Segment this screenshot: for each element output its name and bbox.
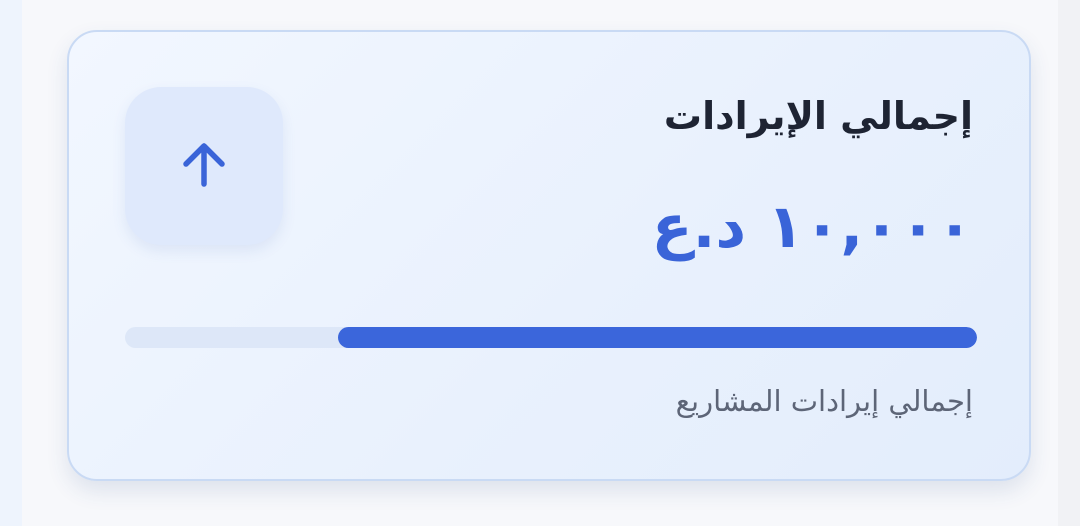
card-title: إجمالي الإيرادات — [663, 94, 973, 138]
icon-container — [125, 87, 283, 245]
progress-bar-track — [125, 327, 977, 348]
left-background-strip — [0, 0, 22, 526]
progress-bar-fill — [338, 327, 977, 348]
revenue-summary-card: إجمالي الإيرادات ١٠,٠٠٠ د.ع إجمالي إيراد… — [67, 30, 1031, 481]
right-background-strip — [1058, 0, 1080, 526]
page: إجمالي الإيرادات ١٠,٠٠٠ د.ع إجمالي إيراد… — [0, 0, 1080, 526]
revenue-value: ١٠,٠٠٠ د.ع — [651, 192, 973, 262]
arrow-up-icon — [183, 143, 225, 187]
card-subtitle: إجمالي إيرادات المشاريع — [675, 384, 973, 418]
